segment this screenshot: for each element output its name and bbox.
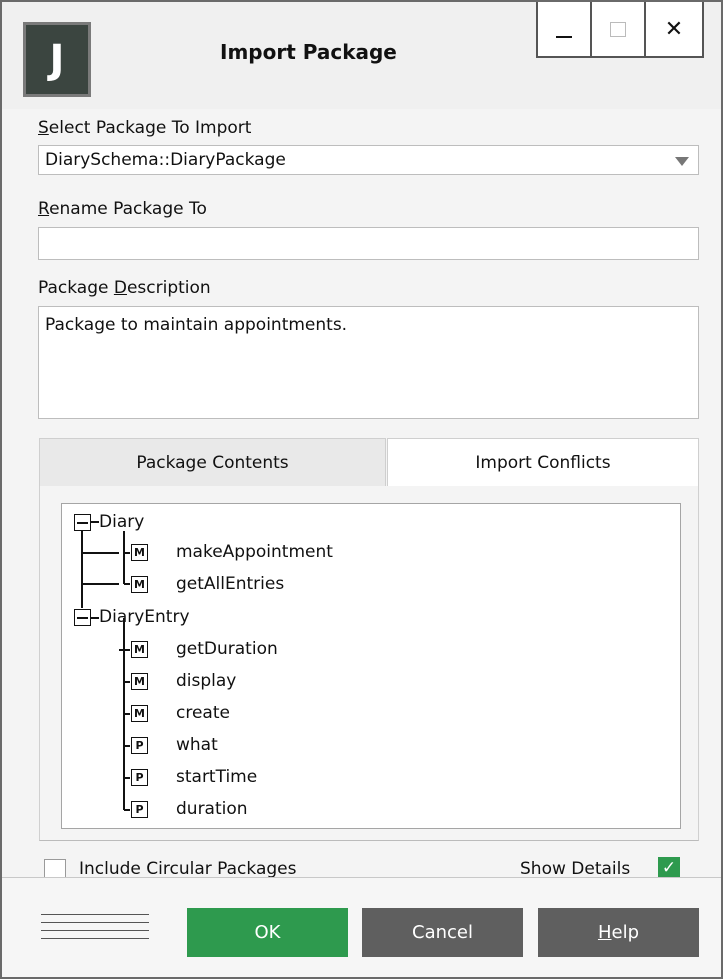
cancel-button-label: Cancel	[412, 922, 473, 943]
rename-package-label-accel: R	[38, 199, 50, 219]
help-button-label: elp	[611, 922, 640, 943]
tree-node-getallentries[interactable]: getAllEntries	[176, 574, 284, 594]
cancel-button[interactable]: Cancel	[362, 908, 523, 957]
package-description-label: Package Description	[38, 278, 211, 298]
dialog-footer: OK Cancel Help	[2, 877, 721, 977]
select-package-label: Select Package To Import	[38, 118, 251, 138]
method-icon: M	[131, 673, 148, 690]
property-icon: P	[131, 769, 148, 786]
tab-package-contents-label: Package Contents	[136, 452, 289, 473]
package-tree[interactable]: Diary M makeAppointment M getAllEntries …	[61, 503, 681, 829]
ok-button-label: OK	[254, 922, 281, 943]
tree-node-display[interactable]: display	[176, 671, 236, 691]
method-icon: M	[131, 705, 148, 722]
tab-import-conflicts-label: Import Conflicts	[475, 452, 611, 473]
package-description-label-pre: Package	[38, 278, 114, 298]
rename-package-label: Rename Package To	[38, 199, 207, 219]
title-bar: J Import Package ✕	[2, 2, 721, 109]
show-details-label: Show Details	[520, 859, 631, 879]
diaryentry-collapse-icon[interactable]	[74, 609, 91, 626]
tree-node-create[interactable]: create	[176, 703, 230, 723]
app-logo-icon: J	[23, 22, 91, 97]
app-logo-letter: J	[49, 36, 65, 83]
help-button-accel: H	[597, 922, 612, 943]
resize-grip-icon[interactable]	[41, 914, 149, 946]
help-button[interactable]: Help	[538, 908, 699, 957]
diary-collapse-icon[interactable]	[74, 514, 91, 531]
close-icon: ✕	[664, 16, 684, 42]
tree-node-what[interactable]: what	[176, 735, 218, 755]
maximize-button[interactable]	[590, 2, 644, 58]
select-package-label-accel: S	[38, 118, 49, 138]
rename-package-input[interactable]	[38, 227, 699, 260]
package-description-label-accel: D	[113, 278, 127, 298]
tab-package-contents[interactable]: Package Contents	[39, 438, 386, 486]
package-description-label-text: escription	[126, 278, 211, 298]
tree-node-getduration[interactable]: getDuration	[176, 639, 278, 659]
tree-node-diaryentry[interactable]: DiaryEntry	[99, 607, 190, 627]
tree-node-duration[interactable]: duration	[176, 799, 248, 819]
checkmark-icon: ✓	[661, 858, 677, 878]
method-icon: M	[131, 576, 148, 593]
select-package-dropdown[interactable]: DiarySchema::DiaryPackage	[38, 145, 699, 175]
import-package-dialog: J Import Package ✕ Select Package To Imp…	[0, 0, 723, 979]
minimize-button[interactable]	[536, 2, 590, 58]
package-description-value: Package to maintain appointments.	[45, 315, 348, 335]
method-icon: M	[131, 641, 148, 658]
package-description-textarea[interactable]: Package to maintain appointments.	[38, 306, 699, 419]
tree-node-starttime[interactable]: startTime	[176, 767, 257, 787]
property-icon: P	[131, 801, 148, 818]
show-details-checkbox[interactable]: ✓	[658, 857, 680, 879]
select-package-label-text: elect Package To Import	[48, 118, 252, 138]
tree-node-makeappointment[interactable]: makeAppointment	[176, 542, 333, 562]
rename-package-label-text: ename Package To	[49, 199, 207, 219]
tree-node-diary[interactable]: Diary	[99, 512, 144, 532]
dialog-title: Import Package	[220, 40, 397, 64]
tree-connector-lines	[81, 521, 130, 811]
method-icon: M	[131, 544, 148, 561]
close-button[interactable]: ✕	[644, 2, 704, 58]
dropdown-arrow-icon	[675, 157, 689, 166]
ok-button[interactable]: OK	[187, 908, 348, 957]
select-package-value: DiarySchema::DiaryPackage	[45, 150, 286, 170]
tab-import-conflicts[interactable]: Import Conflicts	[387, 438, 699, 486]
property-icon: P	[131, 737, 148, 754]
include-circular-label: Include Circular Packages	[79, 859, 297, 879]
